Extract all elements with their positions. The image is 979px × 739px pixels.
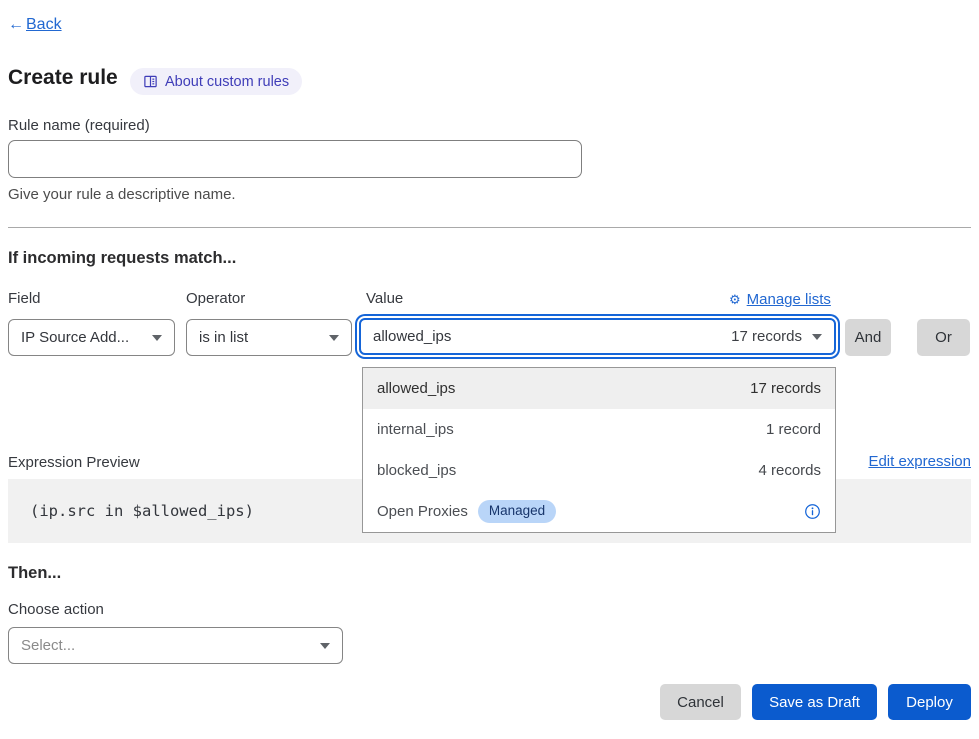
manage-lists-label: Manage lists <box>747 291 831 308</box>
about-badge-label: About custom rules <box>165 74 289 90</box>
rule-name-help-text: Give your rule a descriptive name. <box>8 186 236 203</box>
choose-action-label: Choose action <box>8 601 104 618</box>
operator-select-value: is in list <box>199 329 248 346</box>
list-option-record-count: 17 records <box>750 380 821 397</box>
list-option-name: Open Proxies <box>377 503 468 520</box>
or-button[interactable]: Or <box>917 319 970 356</box>
manage-lists-link[interactable]: ⚙ Manage lists <box>729 291 831 308</box>
operator-label: Operator <box>186 290 245 307</box>
then-section-heading: Then... <box>8 564 61 583</box>
list-option-record-count: 4 records <box>758 462 821 479</box>
about-custom-rules-link[interactable]: About custom rules <box>130 68 302 95</box>
back-label: Back <box>26 16 62 34</box>
chevron-down-icon <box>152 335 162 341</box>
back-link[interactable]: ←Back <box>8 16 62 34</box>
deploy-button[interactable]: Deploy <box>888 684 971 720</box>
list-option-name: blocked_ips <box>377 462 456 479</box>
value-label: Value <box>366 290 403 307</box>
create-rule-page: ←Back Create rule About custom rules Rul… <box>0 0 979 739</box>
value-select-record-count: 17 records <box>731 328 802 345</box>
edit-expression-label: Edit expression <box>868 453 971 470</box>
list-option-name: internal_ips <box>377 421 454 438</box>
chevron-down-icon <box>320 643 330 649</box>
list-option-name: allowed_ips <box>377 380 455 397</box>
rule-name-input[interactable] <box>8 140 582 178</box>
expression-preview-label: Expression Preview <box>8 454 140 471</box>
gear-icon: ⚙ <box>729 293 741 306</box>
chevron-down-icon <box>329 335 339 341</box>
rule-name-label: Rule name (required) <box>8 117 150 134</box>
value-select[interactable]: allowed_ips 17 records <box>359 318 836 355</box>
operator-select[interactable]: is in list <box>186 319 352 356</box>
list-option-record-count: 1 record <box>766 421 821 438</box>
back-arrow-icon: ← <box>8 16 24 34</box>
info-icon[interactable] <box>804 503 821 520</box>
cancel-button[interactable]: Cancel <box>660 684 741 720</box>
field-select[interactable]: IP Source Add... <box>8 319 175 356</box>
action-select[interactable]: Select... <box>8 627 343 664</box>
edit-expression-link[interactable]: Edit expression <box>868 453 971 470</box>
list-dropdown-panel: allowed_ips 17 records internal_ips 1 re… <box>362 367 836 533</box>
list-option-internal-ips[interactable]: internal_ips 1 record <box>363 409 835 450</box>
value-select-selected: allowed_ips <box>373 328 451 345</box>
match-section-heading: If incoming requests match... <box>8 249 236 268</box>
action-select-placeholder: Select... <box>21 637 75 654</box>
book-icon <box>143 74 158 89</box>
save-as-draft-button[interactable]: Save as Draft <box>752 684 877 720</box>
section-divider <box>8 227 971 228</box>
managed-badge: Managed <box>478 500 556 522</box>
list-option-allowed-ips[interactable]: allowed_ips 17 records <box>363 368 835 409</box>
list-option-open-proxies[interactable]: Open Proxies Managed <box>363 491 835 532</box>
and-button[interactable]: And <box>845 319 891 356</box>
list-option-blocked-ips[interactable]: blocked_ips 4 records <box>363 450 835 491</box>
chevron-down-icon <box>812 334 822 340</box>
field-label: Field <box>8 290 41 307</box>
field-select-value: IP Source Add... <box>21 329 129 346</box>
page-title: Create rule <box>8 66 118 90</box>
expression-code: (ip.src in $allowed_ips) <box>30 502 254 520</box>
